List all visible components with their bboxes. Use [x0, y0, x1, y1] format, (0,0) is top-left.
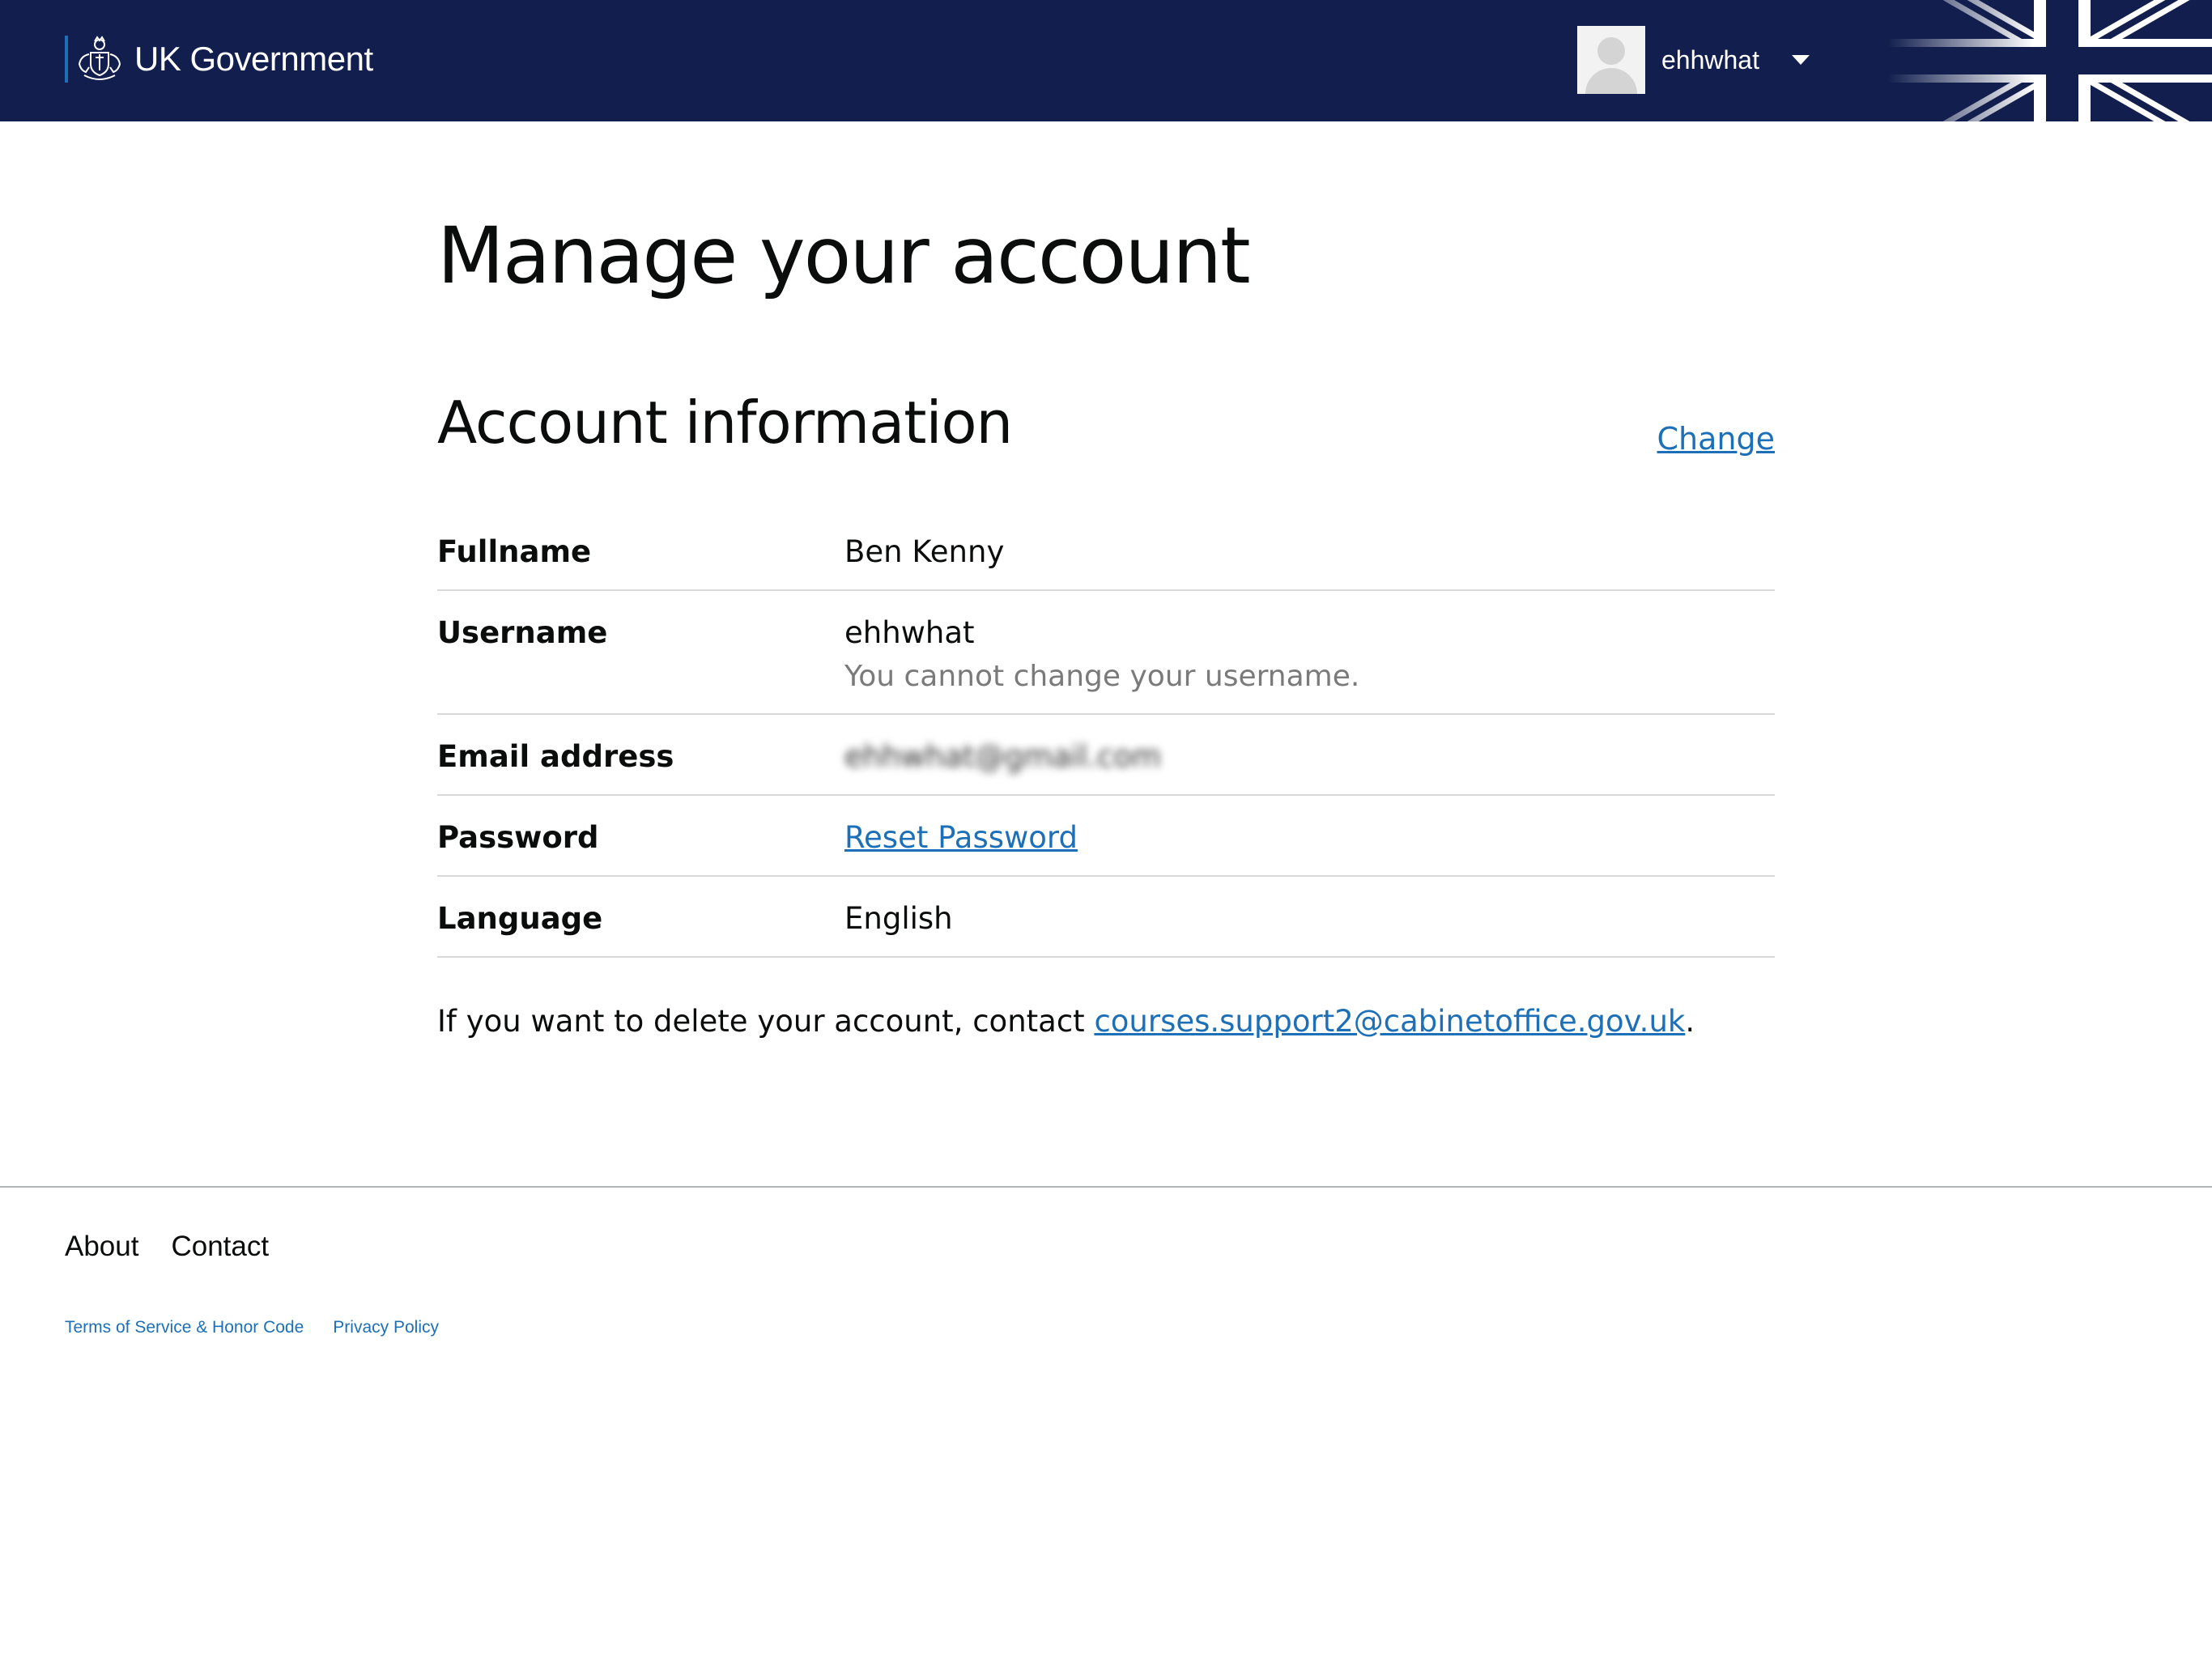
username-cell: ehhwhat You cannot change your username. [844, 615, 1359, 693]
support-email-link[interactable]: courses.support2@cabinetoffice.gov.uk [1094, 1004, 1685, 1039]
avatar [1577, 26, 1645, 94]
user-name: ehhwhat [1661, 45, 1759, 74]
chevron-down-icon [1791, 55, 1810, 65]
footer-nav: About Contact [65, 1231, 269, 1263]
delete-note-prefix: If you want to delete your account, cont… [437, 1004, 1095, 1039]
row-label: Username [437, 615, 608, 650]
row-label: Language [437, 901, 603, 936]
email-value: ehhwhat@gmail.com [844, 739, 1162, 774]
footer-link-contact[interactable]: Contact [171, 1231, 269, 1263]
footer-link-about[interactable]: About [65, 1231, 138, 1263]
royal-coat-of-arms-icon [78, 36, 121, 80]
delete-account-note: If you want to delete your account, cont… [437, 1004, 1695, 1039]
section-title: Account information [437, 389, 1013, 457]
account-row-fullname: Fullname Ben Kenny [437, 510, 1775, 591]
account-row-language: Language English [437, 877, 1775, 958]
reset-password-link[interactable]: Reset Password [844, 820, 1078, 855]
row-label: Password [437, 820, 599, 855]
account-row-password: Password Reset Password [437, 796, 1775, 877]
footer-link-privacy[interactable]: Privacy Policy [333, 1318, 439, 1337]
username-hint: You cannot change your username. [844, 660, 1360, 693]
user-menu-toggle[interactable]: ehhwhat [1577, 25, 1810, 95]
avatar-head [1597, 37, 1625, 65]
account-row-username: Username ehhwhat You cannot change your … [437, 591, 1775, 715]
union-flag-graphic [1888, 0, 2212, 121]
row-label: Fullname [437, 534, 592, 569]
footer-divider [0, 1186, 2212, 1188]
account-info-table: Fullname Ben Kenny Username ehhwhat You … [437, 510, 1775, 958]
brand-name: UK Government [134, 40, 373, 78]
language-value: English [844, 901, 953, 936]
page-title: Manage your account [437, 210, 1251, 301]
delete-note-suffix: . [1685, 1004, 1695, 1039]
avatar-body [1585, 68, 1637, 94]
site-header: UK Government ehhwhat [0, 0, 2212, 121]
home-logo-link[interactable]: UK Government [65, 31, 373, 87]
account-row-email: Email address ehhwhat@gmail.com [437, 715, 1775, 796]
fullname-value: Ben Kenny [844, 534, 1005, 569]
username-value: ehhwhat [844, 615, 975, 650]
row-label: Email address [437, 739, 674, 774]
footer-link-terms[interactable]: Terms of Service & Honor Code [65, 1318, 304, 1337]
logo-accent-bar [65, 36, 68, 83]
footer-legal-links: Terms of Service & Honor Code Privacy Po… [65, 1318, 439, 1337]
change-account-info-link[interactable]: Change [1657, 421, 1776, 457]
